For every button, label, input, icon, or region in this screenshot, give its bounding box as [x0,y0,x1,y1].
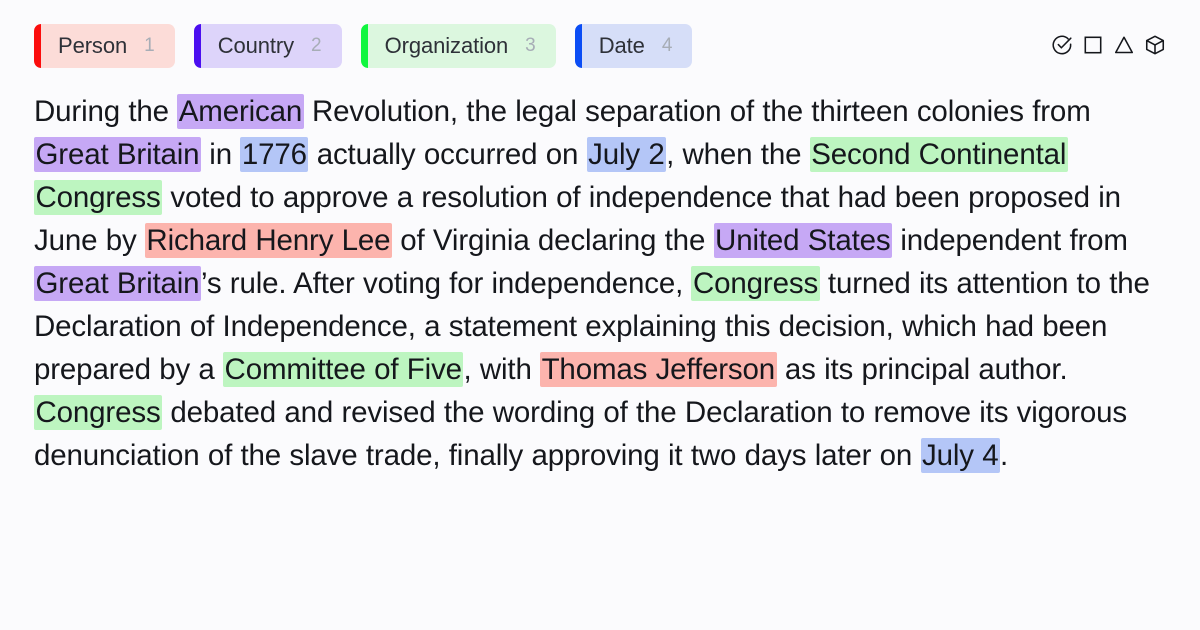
entity-country[interactable]: Great Britain [34,266,201,301]
legend-chip-label: Date [598,33,645,58]
entity-legend: Person 1 Country 2 Organization 3 Date 4 [34,24,693,68]
legend-bar: Person 1 Country 2 Organization 3 Date 4 [34,22,1166,70]
entity-date[interactable]: July 2 [586,137,667,172]
annotated-document-text: During the American Revolution, the lega… [34,90,1162,477]
entity-country[interactable]: United States [713,223,892,258]
plain-text: , when the [666,138,810,171]
cube-icon[interactable] [1144,34,1166,56]
plain-text: as its principal author. [776,353,1068,386]
plain-text: ’s rule. After voting for independence, [200,267,692,300]
entity-country[interactable]: Great Britain [34,137,201,172]
legend-chip-label: Country [217,33,295,58]
check-circle-icon[interactable] [1051,34,1073,56]
plain-text: of Virginia declaring the [391,224,714,257]
legend-chip-count: 1 [144,35,155,56]
legend-chip-country[interactable]: Country 2 [193,24,342,68]
legend-chip-color-bar [193,24,201,68]
entity-person[interactable]: Thomas Jefferson [540,352,777,387]
legend-chip-label: Person [58,33,128,58]
entity-date[interactable]: 1776 [240,137,309,172]
entity-organization[interactable]: Congress [691,266,820,301]
square-icon[interactable] [1082,34,1104,56]
entity-organization[interactable]: Congress [34,395,163,430]
plain-text: in [200,138,241,171]
legend-chip-color-bar [360,24,368,68]
entity-country[interactable]: American [177,94,304,129]
legend-chip-count: 4 [661,35,673,56]
entity-organization[interactable]: Committee of Five [223,352,464,387]
plain-text: independent from [892,224,1128,257]
plain-text: During the [34,95,178,128]
annotation-viewer: Person 1 Country 2 Organization 3 Date 4 [0,0,1200,630]
legend-chip-color-bar [34,24,41,68]
legend-chip-color-bar [574,24,582,68]
legend-chip-organization[interactable]: Organization 3 [360,24,556,68]
legend-chip-label: Organization [384,33,509,58]
plain-text: . [1000,439,1009,472]
legend-chip-date[interactable]: Date 4 [574,24,693,68]
legend-chip-count: 3 [525,35,536,56]
plain-text: Revolution, the legal separation of the … [303,95,1091,128]
toolbar-icons [1051,34,1166,58]
legend-chip-count: 2 [311,35,322,56]
plain-text: , with [463,353,541,386]
triangle-icon[interactable] [1113,34,1135,56]
legend-chip-person[interactable]: Person 1 [34,24,175,68]
entity-person[interactable]: Richard Henry Lee [144,223,392,258]
entity-date[interactable]: July 4 [920,438,1000,473]
plain-text: actually occurred on [308,138,587,171]
